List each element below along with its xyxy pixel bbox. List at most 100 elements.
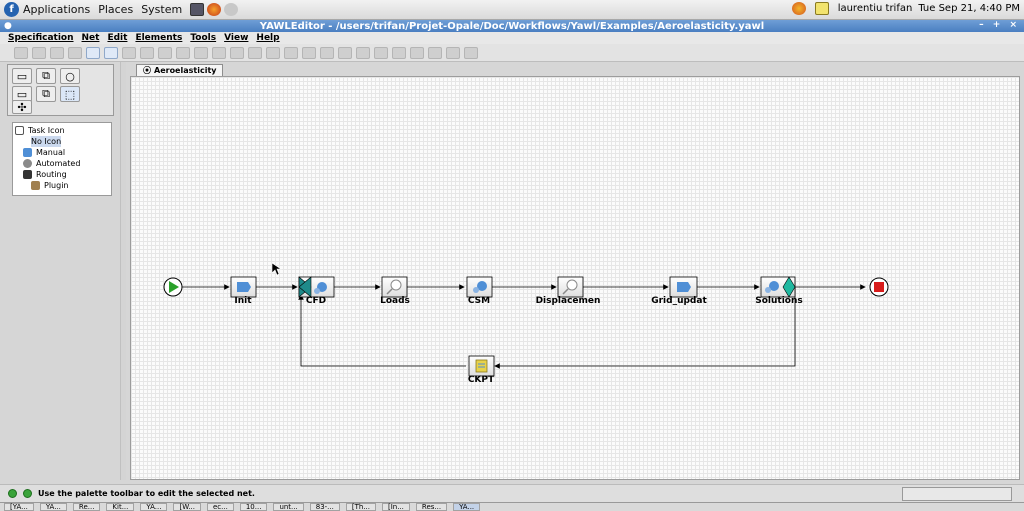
atomic-task-tool-icon[interactable]: ⧉ bbox=[36, 68, 56, 84]
tree-item-no-icon[interactable]: No Icon bbox=[31, 136, 62, 147]
taskbar-item[interactable]: 83-... bbox=[309, 503, 340, 511]
cut-icon[interactable] bbox=[230, 46, 244, 59]
align-right-icon[interactable] bbox=[374, 46, 388, 59]
analyse-icon[interactable] bbox=[122, 46, 136, 59]
taskbar-item-active[interactable]: YA... bbox=[453, 503, 481, 511]
taskbar-item[interactable]: Kit... bbox=[106, 503, 135, 511]
menu-elements[interactable]: Elements bbox=[135, 33, 182, 43]
task-grid-update[interactable]: Grid_updat bbox=[651, 276, 707, 306]
panel-menu-places[interactable]: Places bbox=[98, 3, 133, 16]
plugin-icon bbox=[31, 181, 40, 190]
save-icon[interactable] bbox=[50, 46, 64, 59]
taskbar-item[interactable]: ec... bbox=[207, 503, 234, 511]
taskbar-item[interactable]: [W... bbox=[173, 503, 201, 511]
taskbar-item[interactable]: [Th... bbox=[345, 503, 376, 511]
decorate-icon[interactable] bbox=[410, 46, 424, 59]
menu-view[interactable]: View bbox=[224, 33, 248, 43]
status-bar: Use the palette toolbar to edit the sele… bbox=[0, 484, 1024, 502]
task-init[interactable]: Init bbox=[230, 276, 257, 306]
tree-item-manual[interactable]: Manual bbox=[23, 147, 65, 158]
window-menu-icon[interactable]: ● bbox=[4, 21, 12, 31]
copy-icon[interactable] bbox=[248, 46, 262, 59]
tab-aeroelasticity[interactable]: ⦿ Aeroelasticity bbox=[136, 64, 224, 76]
zoom-out-icon[interactable] bbox=[464, 46, 478, 59]
tree-item-label: Plugin bbox=[44, 181, 69, 190]
undo-icon[interactable] bbox=[194, 46, 208, 59]
new-spec-icon[interactable] bbox=[14, 46, 28, 59]
status-valid-icon bbox=[23, 489, 32, 498]
taskbar-item[interactable]: 10... bbox=[239, 503, 268, 511]
export-icon[interactable] bbox=[176, 46, 190, 59]
network-launcher-icon[interactable] bbox=[224, 3, 239, 16]
delete-net-icon[interactable] bbox=[158, 46, 172, 59]
circle-condition-tool-icon[interactable]: ○ bbox=[60, 68, 80, 84]
update-notifier-icon[interactable] bbox=[791, 2, 806, 15]
task-cfd[interactable]: CFD bbox=[298, 276, 335, 306]
align-left-icon[interactable] bbox=[338, 46, 352, 59]
redo-icon[interactable] bbox=[212, 46, 226, 59]
task-displacement[interactable]: Displacemen bbox=[536, 276, 601, 306]
taskbar-item[interactable]: Re... bbox=[72, 503, 101, 511]
tree-item-automated[interactable]: Automated bbox=[23, 158, 80, 169]
zoom-in-icon[interactable] bbox=[446, 46, 460, 59]
task-icon-header-icon bbox=[15, 126, 24, 135]
tree-item-plugin[interactable]: Plugin bbox=[31, 180, 69, 191]
main-toolbar bbox=[0, 44, 1024, 62]
firefox-launcher-icon[interactable] bbox=[207, 3, 222, 16]
split-pane-divider[interactable] bbox=[120, 62, 126, 480]
task-icon-tree: Task Icon No Icon Manual Automated Routi… bbox=[12, 122, 112, 196]
close-spec-icon[interactable] bbox=[86, 46, 100, 59]
terminal-launcher-icon[interactable] bbox=[190, 3, 205, 16]
menu-help[interactable]: Help bbox=[256, 33, 279, 43]
end-condition[interactable] bbox=[869, 277, 889, 297]
tree-item-label: No Icon bbox=[31, 137, 62, 146]
drag-tool-icon[interactable]: ✣ bbox=[12, 100, 32, 114]
condition-tool-icon[interactable]: ▭ bbox=[12, 68, 32, 84]
window-title-bar[interactable]: ● YAWLEditor - /users/trifan/Projet-Opal… bbox=[0, 20, 1024, 32]
label-icon[interactable] bbox=[428, 46, 442, 59]
taskbar-item[interactable]: [YA... bbox=[4, 503, 34, 511]
start-condition[interactable] bbox=[163, 277, 183, 297]
net-canvas[interactable]: Init CFD Loads CSM Displacemen Grid_upda… bbox=[130, 76, 1020, 480]
taskbar-item[interactable]: Res... bbox=[415, 503, 448, 511]
align-center-icon[interactable] bbox=[356, 46, 370, 59]
menu-edit[interactable]: Edit bbox=[107, 33, 127, 43]
menu-specification[interactable]: Specification bbox=[8, 33, 74, 43]
task-csm[interactable]: CSM bbox=[466, 276, 493, 306]
task-label-displacement: Displacemen bbox=[536, 296, 601, 306]
tree-item-routing[interactable]: Routing bbox=[23, 169, 67, 180]
open-spec-icon[interactable] bbox=[32, 46, 46, 59]
save-as-icon[interactable] bbox=[68, 46, 82, 59]
panel-menu-applications[interactable]: Applications bbox=[23, 3, 90, 16]
task-label-ckpt: CKPT bbox=[468, 375, 495, 385]
task-label-loads: Loads bbox=[380, 296, 410, 306]
notes-icon[interactable] bbox=[814, 2, 829, 15]
menu-bar: Specification Net Edit Elements Tools Vi… bbox=[0, 32, 1024, 44]
taskbar-item[interactable]: YA... bbox=[140, 503, 168, 511]
window-controls[interactable]: – + × bbox=[979, 20, 1020, 30]
task-solutions[interactable]: Solutions bbox=[755, 276, 803, 306]
marquee-tool-icon[interactable]: ⬚ bbox=[60, 86, 80, 102]
task-label-cfd: CFD bbox=[306, 296, 326, 306]
taskbar-item[interactable]: [In... bbox=[381, 503, 410, 511]
paste-icon[interactable] bbox=[266, 46, 280, 59]
tree-root[interactable]: Task Icon bbox=[15, 125, 65, 136]
task-ckpt[interactable]: CKPT bbox=[468, 355, 495, 385]
add-net-icon[interactable] bbox=[140, 46, 154, 59]
composite-task-tool-icon[interactable]: ⧉ bbox=[36, 86, 56, 102]
task-loads[interactable]: Loads bbox=[380, 276, 410, 306]
validate-icon[interactable] bbox=[104, 46, 118, 59]
delete-icon[interactable] bbox=[392, 46, 406, 59]
align-middle-icon[interactable] bbox=[302, 46, 316, 59]
task-label-csm: CSM bbox=[468, 296, 490, 306]
gnome-foot-icon[interactable]: f bbox=[4, 2, 19, 17]
panel-clock[interactable]: Tue Sep 21, 4:40 PM bbox=[918, 3, 1020, 14]
align-top-icon[interactable] bbox=[284, 46, 298, 59]
menu-net[interactable]: Net bbox=[82, 33, 100, 43]
panel-user[interactable]: laurentiu trifan bbox=[838, 3, 913, 14]
panel-menu-system[interactable]: System bbox=[141, 3, 182, 16]
taskbar-item[interactable]: unt... bbox=[273, 503, 304, 511]
taskbar-item[interactable]: YA... bbox=[39, 503, 67, 511]
menu-tools[interactable]: Tools bbox=[190, 33, 216, 43]
align-bottom-icon[interactable] bbox=[320, 46, 334, 59]
